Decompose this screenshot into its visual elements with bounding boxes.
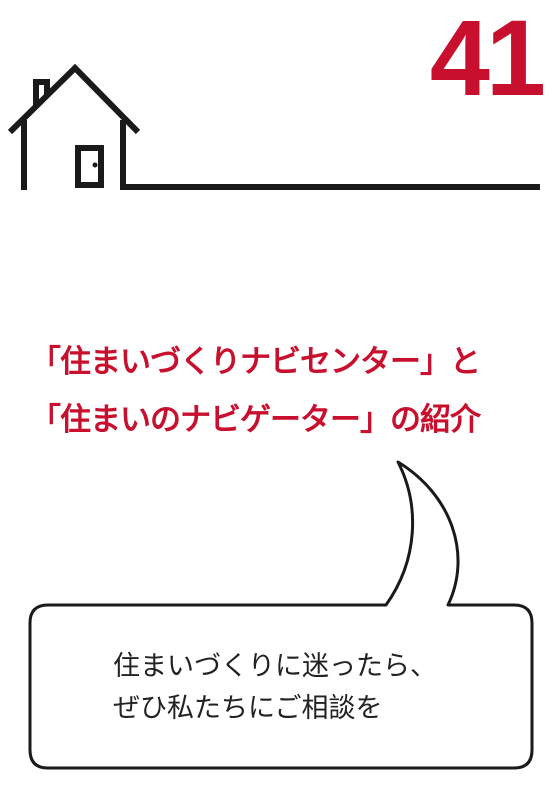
title-line-2: 「住まいのナビゲーター」の紹介	[30, 402, 481, 438]
bubble-line-2: ぜひ私たちにご相談を	[113, 693, 383, 724]
page-title: 「住まいづくりナビセンター」と 「住まいのナビゲーター」の紹介	[30, 333, 550, 449]
page-number: 41	[429, 0, 546, 118]
bubble-line-1: 住まいづくりに迷ったら、	[113, 651, 437, 682]
speech-bubble-text: 住まいづくりに迷ったら、 ぜひ私たちにご相談を	[113, 646, 513, 730]
speech-bubble-icon	[28, 460, 534, 770]
title-line-1: 「住まいづくりナビセンター」と	[30, 344, 481, 380]
